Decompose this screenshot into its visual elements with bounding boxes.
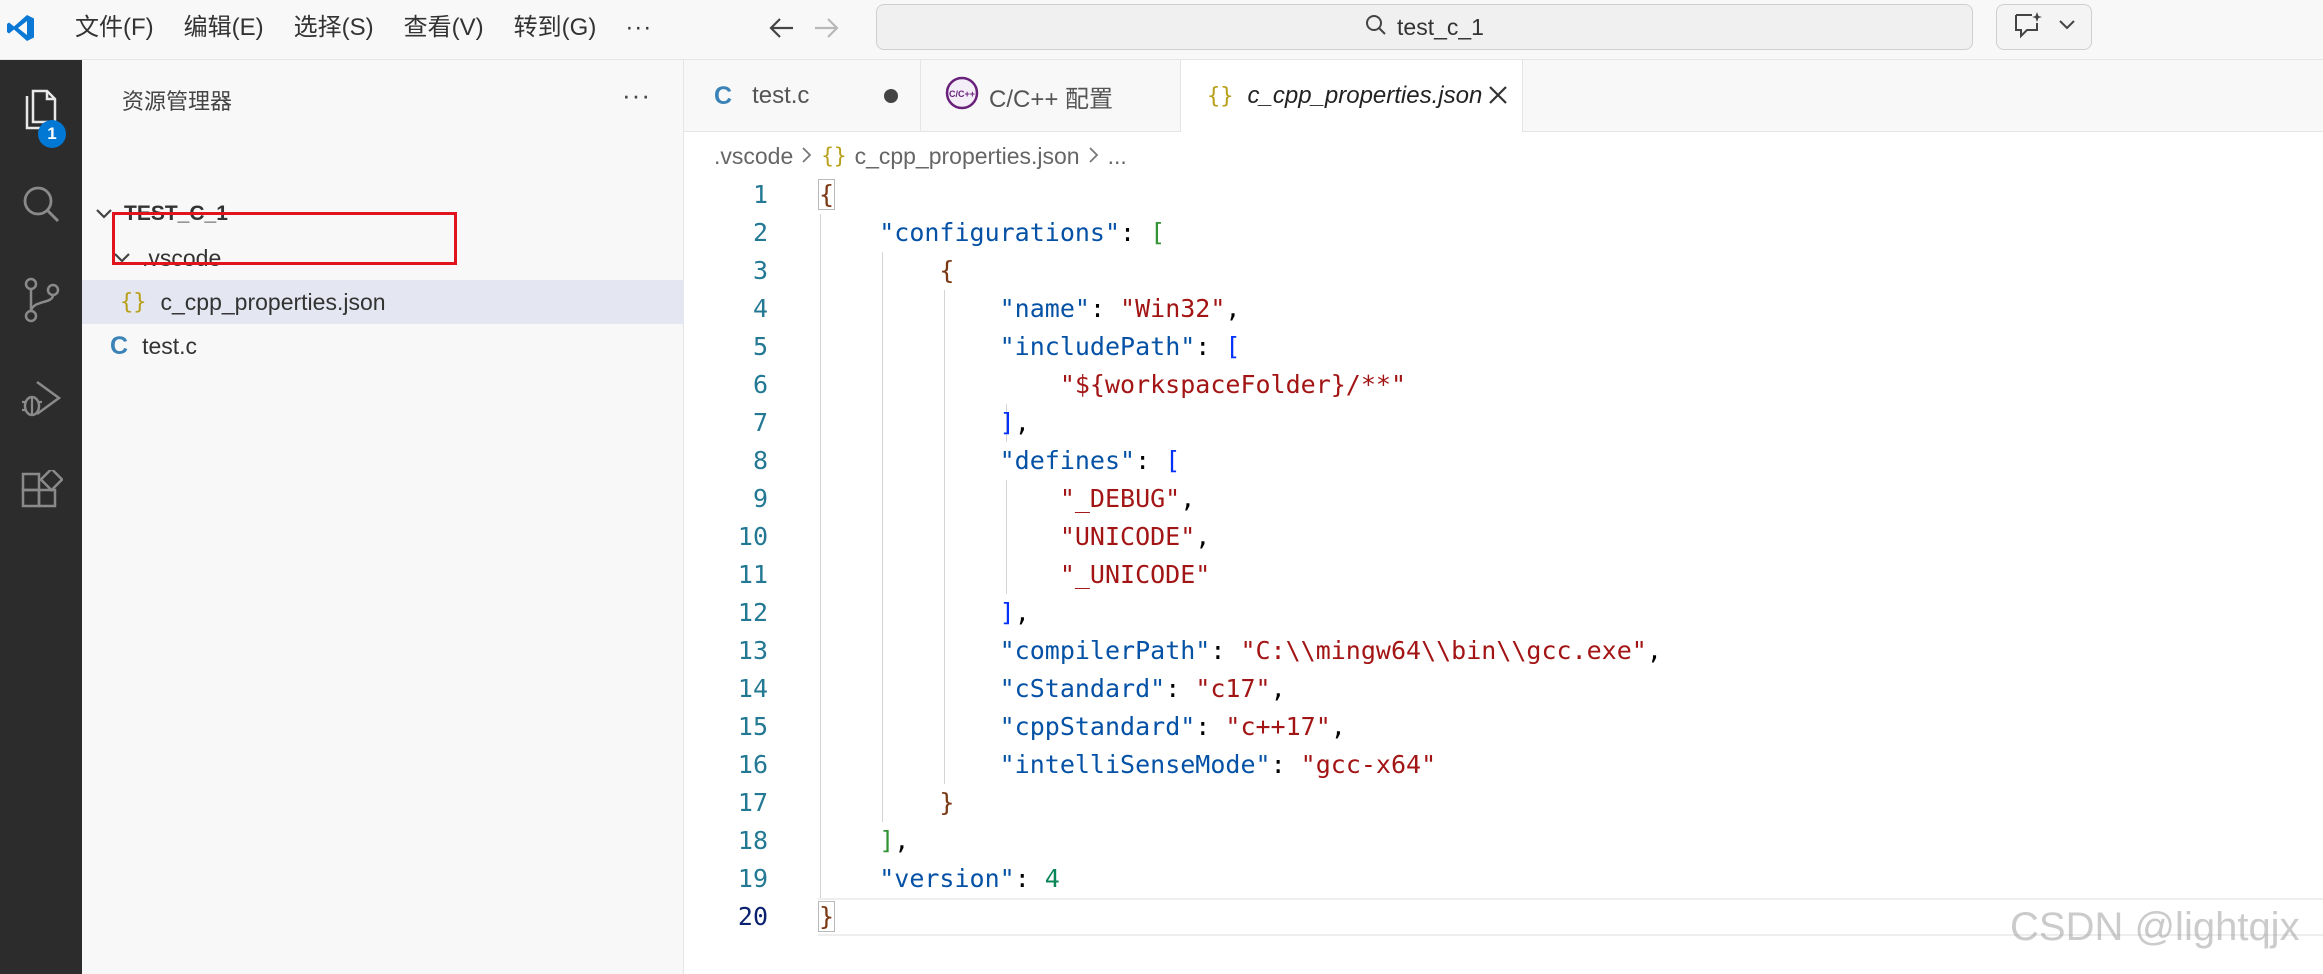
tab-label: test.c: [752, 82, 810, 109]
code-line: 6 "${workspaceFolder}/**": [684, 366, 2323, 404]
file-label: c_cpp_properties.json: [160, 288, 386, 315]
unsaved-dot-icon[interactable]: [884, 89, 898, 103]
tab-c-cpp-properties[interactable]: {} c_cpp_properties.json: [1181, 60, 1523, 132]
explorer-badge: 1: [38, 120, 66, 148]
vscode-logo-icon: [0, 0, 42, 56]
line-number: 20: [737, 902, 768, 931]
line-number: 14: [737, 674, 768, 703]
tab-test-c[interactable]: C test.c: [684, 60, 921, 132]
code-line: 12 ],: [684, 594, 2323, 632]
breadcrumb: .vscode {} c_cpp_properties.json ...: [714, 138, 1127, 174]
code-line: 16 "intelliSenseMode": "gcc-x64": [684, 746, 2323, 784]
explorer-sidebar: 资源管理器 ··· TEST_C_1 .vscode {} c_cpp_prop…: [82, 60, 684, 974]
breadcrumb-file[interactable]: c_cpp_properties.json: [855, 143, 1080, 170]
code-line: 7 ],: [684, 404, 2323, 442]
run-debug-icon[interactable]: [0, 358, 82, 438]
line-number: 17: [737, 788, 768, 817]
menu-file[interactable]: 文件(F): [60, 6, 169, 50]
chevron-right-icon: [1088, 143, 1100, 170]
json-file-icon: {}: [821, 144, 847, 168]
line-number: 1: [752, 180, 768, 209]
svg-text:C/C++: C/C++: [949, 89, 975, 99]
code-line: 2 "configurations": [: [684, 214, 2323, 252]
line-number: 12: [737, 598, 768, 627]
menu-bar: 文件(F) 编辑(E) 选择(S) 查看(V) 转到(G) ···: [60, 0, 666, 56]
code-line: 5 "includePath": [: [684, 328, 2323, 366]
tree-file-test-c[interactable]: C test.c: [82, 324, 684, 368]
line-number: 9: [752, 484, 768, 513]
line-number: 15: [737, 712, 768, 741]
code-line: 1{: [684, 176, 2323, 214]
code-line: 19 "version": 4: [684, 860, 2323, 898]
line-number: 8: [752, 446, 768, 475]
menu-go[interactable]: 转到(G): [499, 6, 612, 50]
line-number: 2: [752, 218, 768, 247]
code-line: 8 "defines": [: [684, 442, 2323, 480]
code-editor[interactable]: 1{ 2 "configurations": [ 3 { 4 "name": "…: [684, 176, 2323, 974]
code-line: 11 "_UNICODE": [684, 556, 2323, 594]
code-line: 18 ],: [684, 822, 2323, 860]
json-file-icon: {}: [1207, 83, 1234, 109]
chat-sparkle-icon: [2013, 11, 2043, 44]
search-icon: [1365, 14, 1387, 41]
code-line: 13 "compilerPath": "C:\\mingw64\\bin\\gc…: [684, 632, 2323, 670]
forward-arrow-icon[interactable]: [804, 8, 848, 48]
tab-label: C/C++ 配置: [989, 85, 1114, 113]
breadcrumb-folder[interactable]: .vscode: [714, 143, 793, 170]
code-line: 17 }: [684, 784, 2323, 822]
activity-bar: 1: [0, 60, 82, 974]
source-control-icon[interactable]: [0, 260, 82, 340]
chevron-right-icon: [801, 143, 813, 170]
editor-tab-bar: C test.c C/C++ C/C++ 配置 {} c_cpp_propert…: [684, 60, 2323, 132]
close-icon[interactable]: [1487, 84, 1509, 113]
code-line: 9 "_DEBUG",: [684, 480, 2323, 518]
line-number: 7: [752, 408, 768, 437]
menu-more-icon[interactable]: ···: [611, 14, 666, 42]
line-number: 10: [737, 522, 768, 551]
tab-cpp-config[interactable]: C/C++ C/C++ 配置: [921, 60, 1181, 132]
command-center-search[interactable]: test_c_1: [876, 4, 1973, 50]
tree-file-c-cpp-properties[interactable]: {} c_cpp_properties.json: [82, 280, 684, 324]
code-line: 3 {: [684, 252, 2323, 290]
c-file-icon: C: [714, 81, 733, 110]
line-number: 5: [752, 332, 768, 361]
code-line: 10 "UNICODE",: [684, 518, 2323, 556]
line-number: 4: [752, 294, 768, 323]
menu-selection[interactable]: 选择(S): [279, 6, 389, 50]
line-number: 19: [737, 864, 768, 893]
tab-label: c_cpp_properties.json: [1247, 82, 1483, 109]
explorer-title: 资源管理器: [122, 89, 233, 114]
file-label: test.c: [142, 332, 198, 359]
search-sidebar-icon[interactable]: [0, 164, 82, 244]
line-number: 18: [737, 826, 768, 855]
cpp-extension-icon: C/C++: [945, 76, 979, 117]
menu-view[interactable]: 查看(V): [389, 6, 499, 50]
json-file-icon: {}: [120, 289, 147, 315]
code-line: 15 "cppStandard": "c++17",: [684, 708, 2323, 746]
navigation-arrows: [760, 8, 848, 48]
c-file-icon: C: [110, 331, 129, 360]
menu-edit[interactable]: 编辑(E): [169, 6, 279, 50]
line-number: 13: [737, 636, 768, 665]
back-arrow-icon[interactable]: [760, 8, 804, 48]
search-text: test_c_1: [1397, 13, 1484, 40]
title-bar: 文件(F) 编辑(E) 选择(S) 查看(V) 转到(G) ··· test_c…: [0, 0, 2323, 60]
explorer-icon[interactable]: 1: [0, 70, 82, 150]
line-number: 3: [752, 256, 768, 285]
line-number: 11: [737, 560, 768, 589]
watermark: CSDN @lightqjx: [2010, 905, 2300, 949]
breadcrumb-symbol[interactable]: ...: [1108, 143, 1127, 170]
chevron-down-icon[interactable]: [2058, 18, 2076, 36]
annotation-highlight-box: [112, 212, 457, 265]
line-number: 16: [737, 750, 768, 779]
extensions-icon[interactable]: [0, 452, 82, 532]
line-number: 6: [752, 370, 768, 399]
more-actions-icon[interactable]: ···: [622, 80, 651, 111]
code-line: 14 "cStandard": "c17",: [684, 670, 2323, 708]
chat-button[interactable]: [1996, 4, 2092, 50]
code-line: 4 "name": "Win32",: [684, 290, 2323, 328]
